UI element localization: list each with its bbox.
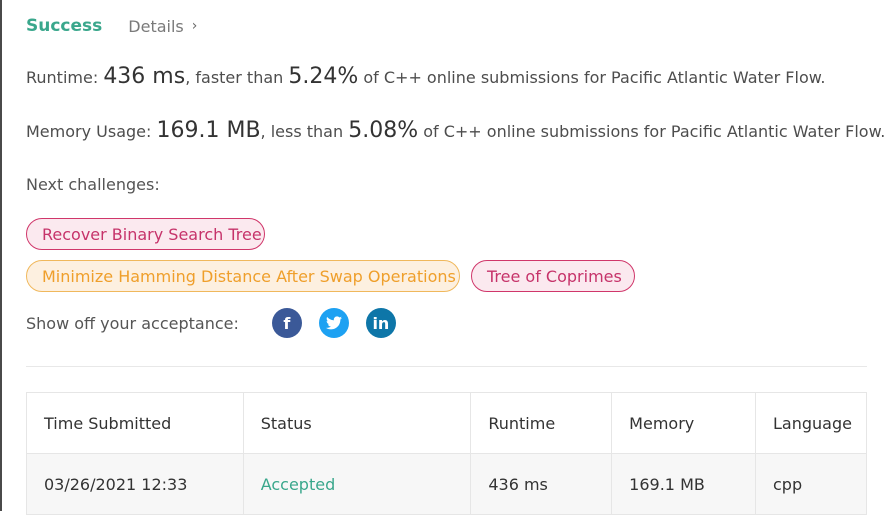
column-header-status: Status bbox=[242, 392, 472, 454]
runtime-percent: 5.24% bbox=[288, 64, 359, 89]
challenge-minimize-hamming-distance[interactable]: Minimize Hamming Distance After Swap Ope… bbox=[26, 260, 460, 292]
details-label: Details bbox=[128, 16, 184, 36]
runtime-suffix: of C++ online submissions for Pacific At… bbox=[358, 68, 826, 87]
table-header-row: Time Submitted Status Runtime Memory Lan… bbox=[26, 392, 867, 454]
cell-runtime: 436 ms bbox=[470, 453, 613, 515]
submissions-table: Time Submitted Status Runtime Memory Lan… bbox=[26, 392, 867, 515]
column-header-language: Language bbox=[755, 392, 867, 454]
column-header-runtime: Runtime bbox=[470, 392, 613, 454]
challenge-recover-binary-search-tree[interactable]: Recover Binary Search Tree bbox=[26, 218, 265, 250]
cell-memory: 169.1 MB bbox=[611, 453, 756, 515]
memory-value: 169.1 MB bbox=[156, 118, 261, 143]
runtime-stat: Runtime: 436 ms, faster than 5.24% of C+… bbox=[26, 64, 825, 89]
next-challenges-label: Next challenges: bbox=[26, 175, 160, 194]
cell-language: cpp bbox=[755, 453, 867, 515]
column-header-memory: Memory bbox=[611, 392, 756, 454]
memory-middle: , less than bbox=[260, 122, 349, 141]
cell-time-submitted: 03/26/2021 12:33 bbox=[26, 453, 244, 515]
challenge-tree-of-coprimes[interactable]: Tree of Coprimes bbox=[471, 260, 635, 292]
twitter-bird-glyph bbox=[325, 316, 342, 330]
section-divider bbox=[26, 366, 867, 367]
share-row: Show off your acceptance: f in bbox=[26, 308, 396, 338]
left-border bbox=[0, 0, 2, 511]
column-header-time: Time Submitted bbox=[26, 392, 244, 454]
runtime-prefix: Runtime: bbox=[26, 68, 104, 87]
facebook-icon[interactable]: f bbox=[271, 308, 302, 338]
memory-percent: 5.08% bbox=[348, 118, 419, 143]
runtime-value: 436 ms bbox=[103, 64, 186, 89]
result-header: Success Details › bbox=[26, 14, 197, 38]
details-link[interactable]: Details › bbox=[128, 17, 197, 36]
table-row: 03/26/2021 12:33 Accepted 436 ms 169.1 M… bbox=[26, 453, 867, 515]
memory-stat: Memory Usage: 169.1 MB, less than 5.08% … bbox=[26, 118, 884, 143]
share-label: Show off your acceptance: bbox=[26, 313, 239, 333]
chevron-right-icon: › bbox=[191, 18, 198, 34]
cell-status-link[interactable]: Accepted bbox=[242, 453, 472, 515]
linkedin-icon[interactable]: in bbox=[365, 308, 396, 338]
twitter-icon[interactable] bbox=[318, 308, 349, 338]
success-status: Success bbox=[26, 16, 103, 36]
memory-prefix: Memory Usage: bbox=[26, 122, 157, 141]
runtime-middle: , faster than bbox=[185, 68, 289, 87]
memory-suffix: of C++ online submissions for Pacific At… bbox=[418, 122, 884, 141]
